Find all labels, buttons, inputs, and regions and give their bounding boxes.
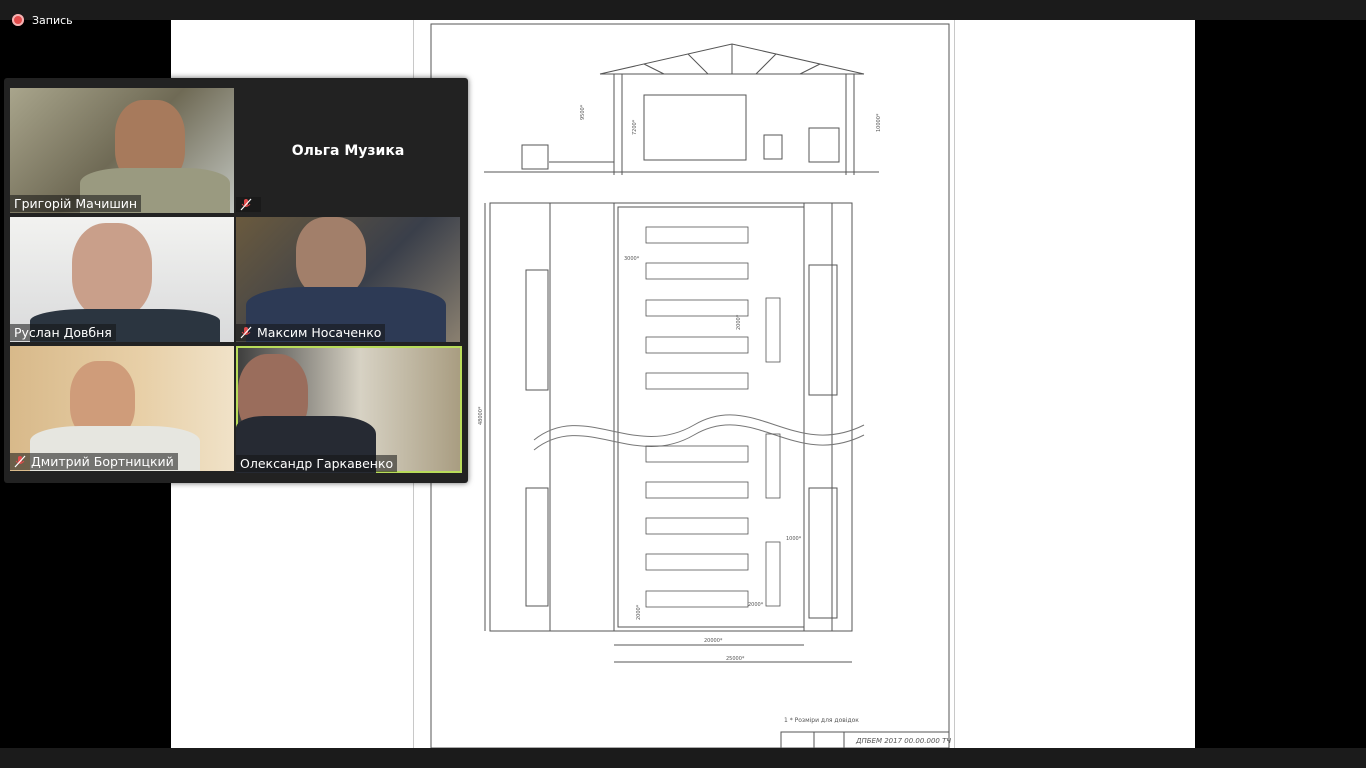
participant-name-label: Олександр Гаркавенко xyxy=(236,455,398,472)
recording-label: Запись xyxy=(32,13,73,27)
muted-mic-icon xyxy=(240,198,252,211)
dim-height1: 9500* xyxy=(580,104,586,120)
participant-tile-1[interactable]: Григорій Мачишин xyxy=(10,88,234,213)
dim-height2: 7200* xyxy=(632,119,638,135)
stamp-code: ДПБЕМ 2017 00.00.000 ТЧ xyxy=(855,737,951,745)
drawing-sheet: 9500* 7200* 10000* 3000* 2000* 48000* 20… xyxy=(413,20,955,748)
dim-span2: 25000* xyxy=(726,656,745,662)
dim-small2: 2000* xyxy=(748,602,764,608)
record-icon xyxy=(12,14,24,26)
participant-name-label xyxy=(236,197,261,212)
recording-indicator[interactable]: Запись xyxy=(12,12,73,28)
dim-aisle: 3000* xyxy=(624,256,640,262)
video-gallery[interactable]: Григорій Мачишин Ольга Музика Руслан Дов… xyxy=(4,78,468,483)
dim-length: 48000* xyxy=(478,406,484,425)
dim-span1: 20000* xyxy=(704,638,723,644)
participant-name-label: Максим Носаченко xyxy=(236,324,386,341)
participant-name-center: Ольга Музика xyxy=(291,142,405,159)
participant-tile-5[interactable]: Дмитрий Бортницкий xyxy=(10,346,234,471)
participant-tile-3[interactable]: Руслан Довбня xyxy=(10,217,234,342)
participant-name-label: Руслан Довбня xyxy=(10,324,116,341)
dim-small3: 2000* xyxy=(636,604,642,620)
muted-mic-icon xyxy=(240,326,252,339)
dim-height3: 10000* xyxy=(876,113,882,132)
participant-name-label: Григорій Мачишин xyxy=(10,195,142,212)
participant-name-label: Дмитрий Бортницкий xyxy=(10,453,178,470)
dim-gap: 2000* xyxy=(736,314,742,330)
muted-mic-icon xyxy=(14,455,26,468)
bottom-bar xyxy=(0,748,1366,768)
participant-tile-6-speaking[interactable]: Олександр Гаркавенко xyxy=(236,346,462,473)
dim-small1: 1000* xyxy=(786,536,802,542)
top-bar xyxy=(0,0,1366,20)
drawing-note: 1 * Розміри для довідок xyxy=(784,717,859,724)
participant-tile-4[interactable]: Максим Носаченко xyxy=(236,217,460,342)
participant-tile-2[interactable]: Ольга Музика xyxy=(236,88,460,213)
drawing-svg: 9500* 7200* 10000* 3000* 2000* 48000* 20… xyxy=(430,23,951,748)
